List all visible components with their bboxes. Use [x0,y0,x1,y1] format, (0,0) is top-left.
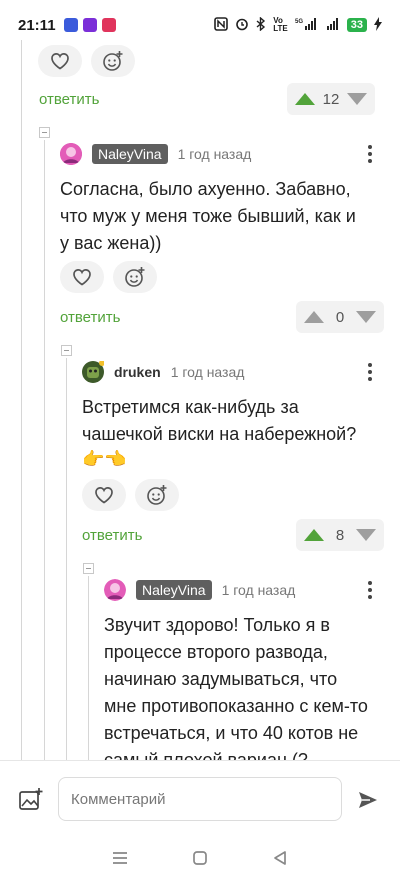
signal-icon [326,17,340,34]
add-reaction-button[interactable] [135,479,179,511]
like-button[interactable] [38,45,82,77]
upvote-button[interactable] [295,93,315,105]
avatar[interactable] [82,360,105,383]
downvote-button[interactable] [356,529,376,541]
more-options-button[interactable] [360,360,380,384]
app-notification-icon [82,18,97,32]
square-icon [193,851,207,865]
comment-time: 1 год назад [221,582,296,598]
reply-link[interactable]: ответить [60,309,120,326]
vote-box: 0 [296,301,384,333]
comment-text: Встретимся как-нибудь за чашечкой виски … [82,397,357,444]
like-button[interactable] [60,261,104,293]
battery-level: 33 [346,18,367,32]
reply-link[interactable]: ответить [82,527,142,544]
nfc-icon [214,16,229,34]
comment-header: NaleyVina 1 год назад [104,578,295,602]
comment-time: 1 год назад [177,146,252,162]
upvote-button[interactable] [304,311,324,323]
author-name[interactable]: NaleyVina [136,580,212,600]
charging-icon [374,16,382,34]
vote-box: 12 [287,83,375,115]
heart-icon [73,269,91,286]
comment-header: druken 1 год назад [82,360,244,384]
menu-icon [113,852,127,864]
comment-time: 1 год назад [170,364,245,380]
back-triangle-icon [274,851,286,865]
upvote-button[interactable] [304,529,324,541]
reply-link[interactable]: ответить [39,91,99,108]
add-reaction-icon [125,267,145,287]
add-image-icon [19,788,43,810]
vote-box: 8 [296,519,384,551]
system-nav-bar [0,835,400,881]
volte-icon: Vo LTE [273,16,288,33]
thread-line [44,140,45,760]
downvote-button[interactable] [347,93,367,105]
downvote-button[interactable] [356,311,376,323]
back-button[interactable] [268,846,292,870]
thread-line [66,358,67,760]
avatar[interactable] [104,579,126,601]
svg-text:5G: 5G [295,19,303,25]
more-options-button[interactable] [360,142,380,166]
comment-text: Звучит здорово! Только я в процессе втор… [104,615,368,760]
signal-icon: 5G [295,17,319,34]
author-name[interactable]: druken [114,364,161,380]
app-notification-icon [101,18,116,32]
collapse-toggle[interactable] [39,127,50,138]
comment-header: NaleyVina 1 год назад [60,142,251,166]
comment-thread: ответить 12 NaleyVina 1 год назад Соглас… [0,40,400,760]
add-reaction-icon [147,485,167,505]
comment-emoji: 👉👈 [82,449,127,469]
avatar[interactable] [60,143,82,165]
more-options-button[interactable] [360,578,380,602]
add-reaction-button[interactable] [91,45,135,77]
collapse-toggle[interactable] [83,563,94,574]
recent-apps-button[interactable] [108,846,132,870]
comment-input-bar [0,760,400,835]
send-icon [359,792,377,808]
author-name[interactable]: NaleyVina [92,144,168,164]
status-time: 21:11 [18,16,56,34]
comment-text: Согласна, было ахуенно. Забавно, что муж… [60,179,356,253]
thread-line [21,40,22,760]
alarm-icon [235,17,249,34]
heart-icon [51,53,69,70]
add-reaction-button[interactable] [113,261,157,293]
like-button[interactable] [82,479,126,511]
comment-input[interactable] [58,777,342,821]
rating-value: 8 [335,526,345,544]
app-notification-icon [63,18,78,32]
bluetooth-icon [256,15,266,34]
rating-value: 12 [322,90,340,108]
thread-line [88,576,89,760]
attach-image-button[interactable] [18,787,44,813]
heart-icon [95,487,113,504]
add-reaction-icon [103,51,123,71]
send-button[interactable] [356,788,380,812]
rating-value: 0 [335,308,345,326]
collapse-toggle[interactable] [61,345,72,356]
home-button[interactable] [188,846,212,870]
